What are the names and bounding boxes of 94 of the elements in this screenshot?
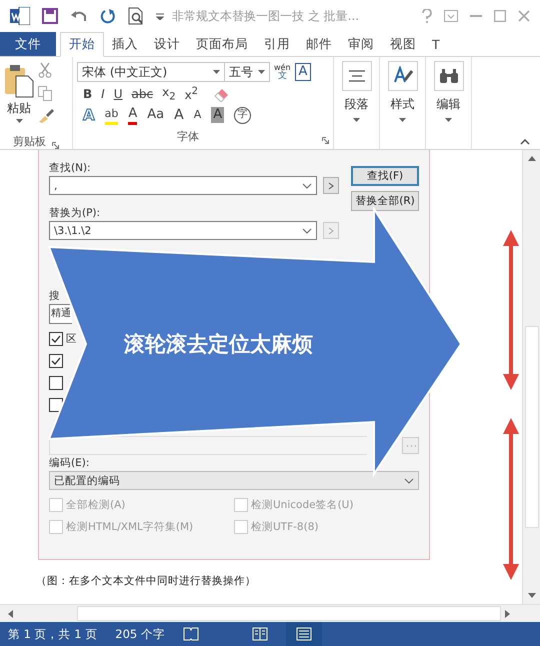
paragraph-lines-icon[interactable] — [348, 70, 364, 82]
ribbon-tab[interactable]: 审阅 — [340, 32, 382, 56]
ribbon-button[interactable]: 段落 — [342, 61, 372, 122]
expand-button[interactable] — [323, 177, 339, 194]
checkbox[interactable] — [49, 376, 63, 390]
ribbon-button[interactable]: 样式 — [388, 61, 418, 122]
save-icon[interactable] — [42, 8, 58, 24]
option-label: 检测UTF-8(8) — [251, 520, 318, 534]
double-arrow-icon — [502, 418, 520, 580]
font-name-field[interactable]: 宋体 (中文正文) — [77, 62, 225, 82]
ribbon-button[interactable]: 编辑 — [434, 61, 464, 122]
ribbon-tab[interactable]: 插入 — [104, 32, 146, 56]
collapse-ribbon-icon[interactable] — [520, 139, 530, 145]
option-label: 检测Unicode签名(U) — [251, 498, 354, 512]
font-size-field[interactable]: 五号 — [224, 62, 270, 82]
word-logo-icon — [10, 7, 30, 25]
redo-icon[interactable] — [100, 8, 116, 24]
format-button[interactable]: B — [83, 87, 92, 101]
ribbon-tab[interactable]: 邮件 — [298, 32, 340, 56]
option-label: 检测HTML/XML字符集(M) — [66, 520, 194, 534]
chevron-down-icon[interactable] — [404, 478, 414, 484]
group-label: 剪贴板 — [13, 134, 46, 149]
double-arrow-icon — [502, 230, 520, 390]
caret-icon[interactable] — [399, 118, 406, 122]
read-mode-icon[interactable] — [252, 627, 268, 641]
book-icon[interactable] — [182, 627, 199, 641]
print-layout-icon[interactable] — [286, 622, 322, 646]
folder-field[interactable] — [49, 436, 367, 455]
scroll-right-icon[interactable] — [505, 610, 510, 618]
binoculars-icon[interactable] — [438, 68, 458, 84]
caret-icon[interactable] — [16, 119, 22, 123]
font-effect-button[interactable]: Aa — [147, 107, 164, 123]
figure-caption: （图：在多个文本文件中同时进行替换操作） — [36, 574, 257, 588]
word-count[interactable]: 205 个字 — [115, 626, 165, 642]
checkbox[interactable] — [49, 354, 63, 368]
dialog-launcher-icon[interactable] — [322, 137, 329, 144]
format-button[interactable]: x$_{2}$ — [162, 85, 176, 103]
print-preview-icon[interactable] — [128, 7, 144, 25]
field-label: 替换为(P): — [49, 206, 100, 221]
window-title: 非常规文本替换一图一技 之 批量... — [172, 8, 360, 24]
ribbon-tab[interactable]: 视图 — [382, 32, 424, 56]
vertical-scrollbar[interactable] — [522, 150, 540, 604]
paintbrush-icon[interactable] — [38, 109, 54, 123]
paste-button[interactable]: 粘贴 — [7, 100, 31, 117]
character-border-button[interactable]: A — [294, 63, 312, 81]
format-button[interactable]: x$^{2}$ — [184, 86, 198, 102]
dialog-launcher-icon[interactable] — [52, 142, 59, 149]
scissors-icon[interactable] — [38, 62, 52, 78]
option-label: 全部检测(A) — [66, 498, 126, 512]
ribbon-tab[interactable]: 引用 — [256, 32, 298, 56]
format-button[interactable]: abc — [132, 87, 154, 101]
checkbox[interactable] — [49, 332, 63, 346]
find-field[interactable]: , — [49, 176, 317, 195]
replace-field[interactable]: \3.\1.\2 — [49, 221, 317, 240]
group-label: 字体 — [177, 129, 199, 144]
ribbon-tab[interactable]: 设计 — [146, 32, 188, 56]
ribbon-tab[interactable]: T — [424, 32, 448, 56]
font-effect-button[interactable]: A — [211, 107, 224, 123]
field-label: 编码(E): — [49, 456, 90, 471]
chevron-right-icon[interactable] — [328, 182, 334, 190]
search-mode-field[interactable]: 精通 — [49, 304, 72, 324]
scroll-left-icon[interactable] — [8, 610, 13, 618]
page-count[interactable]: 第 1 页，共 1 页 — [8, 626, 98, 642]
customize-dropdown-icon[interactable] — [156, 12, 164, 20]
dialog-button[interactable]: 替换全部(R) — [351, 191, 419, 211]
paste-icon[interactable] — [4, 64, 34, 98]
font-effect-button[interactable]: A — [128, 106, 138, 124]
font-effect-button[interactable]: A — [174, 107, 184, 123]
dialog-button[interactable]: 查找(F) — [351, 166, 419, 186]
ribbon-tab[interactable]: 开始 — [60, 32, 104, 57]
encoding-dropdown[interactable]: 已配置的编码 — [49, 471, 419, 490]
option-label: 区 — [66, 332, 77, 346]
horizontal-scrollbar[interactable] — [0, 604, 540, 622]
caret-icon[interactable] — [213, 70, 220, 74]
font-effect-button[interactable]: ab — [104, 106, 118, 124]
field-label: 搜 — [49, 289, 60, 304]
format-button[interactable]: U — [114, 87, 122, 101]
caret-icon[interactable] — [353, 118, 360, 122]
scroll-down-icon[interactable] — [528, 593, 536, 598]
font-effect-button[interactable]: A — [194, 107, 202, 123]
undo-icon[interactable] — [70, 9, 88, 23]
font-effect-button[interactable]: A — [83, 107, 95, 123]
callout-text: 滚轮滚去定位太麻烦 — [124, 330, 313, 358]
caret-icon[interactable] — [445, 118, 452, 122]
font-effect-button[interactable]: 字 — [234, 106, 252, 124]
scroll-up-icon[interactable] — [528, 156, 536, 161]
ribbon-tab[interactable]: 文件 — [0, 32, 56, 56]
chevron-down-icon[interactable] — [302, 228, 312, 234]
caret-icon[interactable] — [258, 70, 265, 74]
format-button[interactable]: I — [101, 87, 105, 101]
ribbon-tab[interactable]: 页面布局 — [188, 32, 256, 56]
chevron-down-icon[interactable] — [302, 182, 312, 188]
field-label: 查找(N): — [49, 161, 91, 176]
phonetic-guide-button[interactable]: wén 文 — [274, 64, 291, 80]
